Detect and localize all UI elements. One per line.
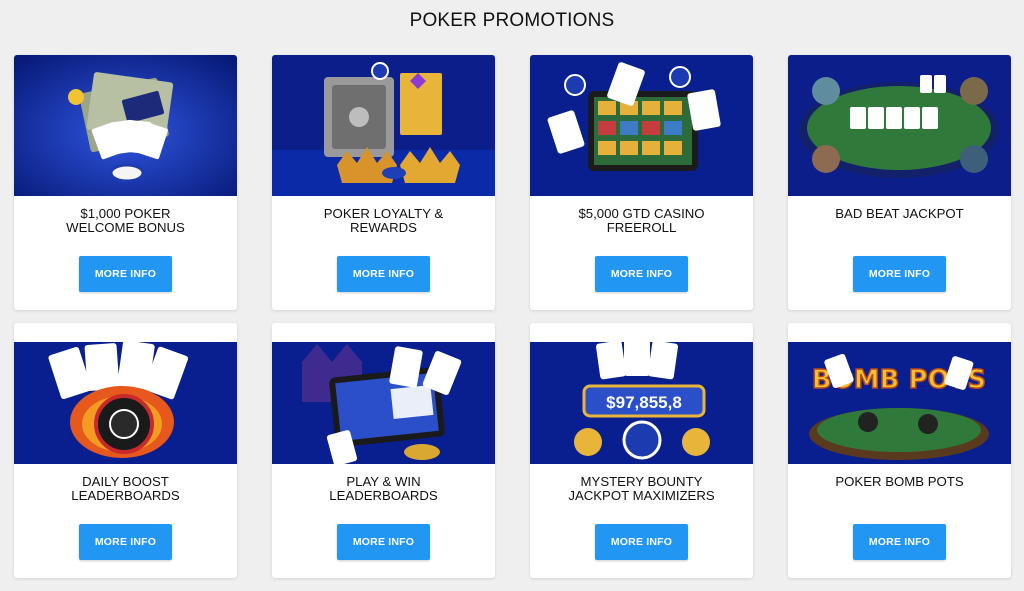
promo-card-casino-freeroll: $5,000 GTD CASINO FREEROLL MORE INFO xyxy=(530,55,753,310)
more-info-button-play-and-win[interactable]: MORE INFO xyxy=(337,524,430,560)
casino-slots-tablet-image xyxy=(530,55,753,196)
jackpot-counter-image: $97,855,8 xyxy=(530,342,753,464)
promo-card-loyalty-rewards: POKER LOYALTY & REWARDS MORE INFO xyxy=(272,55,495,310)
promo-title: DAILY BOOST LEADERBOARDS xyxy=(71,474,180,503)
page-title: POKER PROMOTIONS xyxy=(409,10,615,31)
promo-card-bomb-pots: BOMB POTS POKER BOMB POTS MORE INFO xyxy=(788,323,1011,578)
promo-title: $5,000 GTD CASINO FREEROLL xyxy=(578,206,705,235)
flaming-chip-image xyxy=(14,342,237,464)
promo-card-bad-beat-jackpot: BAD BEAT JACKPOT MORE INFO xyxy=(788,55,1011,310)
cash-and-cards-image xyxy=(14,55,237,196)
bomb-pots-table-image: BOMB POTS xyxy=(788,342,1011,464)
promo-card-play-and-win: PLAY & WIN LEADERBOARDS MORE INFO xyxy=(272,323,495,578)
safe-and-crowns-image xyxy=(272,55,495,196)
more-info-button-welcome-bonus[interactable]: MORE INFO xyxy=(79,256,172,292)
promo-title: $1,000 POKER WELCOME BONUS xyxy=(66,206,185,235)
leaderboard-laptop-image xyxy=(272,342,495,464)
more-info-button-bad-beat-jackpot[interactable]: MORE INFO xyxy=(853,256,946,292)
promo-title: MYSTERY BOUNTY JACKPOT MAXIMIZERS xyxy=(568,474,715,503)
promo-card-welcome-bonus: $1,000 POKER WELCOME BONUS MORE INFO xyxy=(14,55,237,310)
promo-title: PLAY & WIN LEADERBOARDS xyxy=(329,474,438,503)
more-info-button-casino-freeroll[interactable]: MORE INFO xyxy=(595,256,688,292)
promo-title: BAD BEAT JACKPOT xyxy=(835,206,964,221)
promo-card-daily-boost: DAILY BOOST LEADERBOARDS MORE INFO xyxy=(14,323,237,578)
promotions-grid: $1,000 POKER WELCOME BONUS MORE INFO POK… xyxy=(14,55,1011,578)
more-info-button-daily-boost[interactable]: MORE INFO xyxy=(79,524,172,560)
more-info-button-loyalty-rewards[interactable]: MORE INFO xyxy=(337,256,430,292)
promo-card-mystery-bounty: $97,855,8 MYSTERY BOUNTY JACKPOT MAXIMIZ… xyxy=(530,323,753,578)
jackpot-counter-text: $97,855,8 xyxy=(606,393,682,412)
promo-title: POKER LOYALTY & REWARDS xyxy=(323,206,444,235)
more-info-button-mystery-bounty[interactable]: MORE INFO xyxy=(595,524,688,560)
more-info-button-bomb-pots[interactable]: MORE INFO xyxy=(853,524,946,560)
promo-title: POKER BOMB POTS xyxy=(835,474,964,489)
poker-table-players-image xyxy=(788,55,1011,196)
